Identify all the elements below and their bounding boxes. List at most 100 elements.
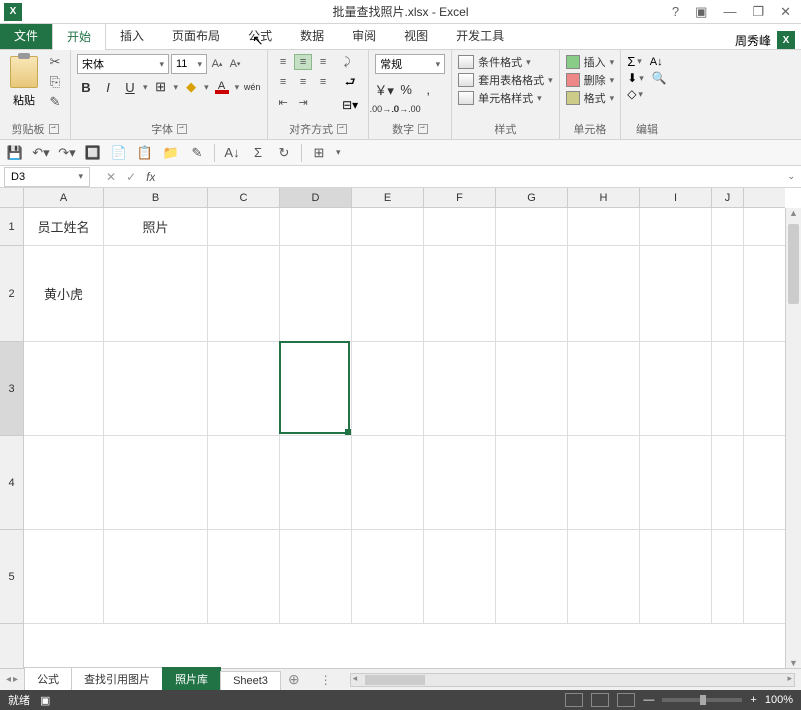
cell-E4[interactable]: [352, 436, 424, 529]
increase-decimal-button[interactable]: .00→.0: [375, 100, 393, 118]
cell-B2[interactable]: [104, 246, 208, 341]
row-header-4[interactable]: 4: [0, 436, 23, 530]
select-all-corner[interactable]: [0, 188, 24, 208]
cell-H4[interactable]: [568, 436, 640, 529]
vertical-scroll-thumb[interactable]: [788, 224, 799, 304]
minimize-icon[interactable]: —: [719, 4, 740, 19]
vertical-scrollbar[interactable]: ▲ ▼: [785, 208, 801, 668]
cell-J5[interactable]: [712, 530, 744, 623]
sheet-tab-2[interactable]: 照片库: [162, 667, 221, 690]
cell-B3[interactable]: [104, 342, 208, 435]
column-header-J[interactable]: J: [712, 188, 744, 207]
shrink-font-button[interactable]: A▾: [227, 55, 243, 73]
align-middle-button[interactable]: ≡: [294, 54, 312, 70]
first-sheet-nav[interactable]: ◂: [6, 674, 11, 685]
ribbon-display-icon[interactable]: ▣: [691, 4, 711, 20]
italic-button[interactable]: I: [99, 78, 117, 96]
orientation-button[interactable]: ⤸: [338, 54, 356, 70]
cell-F3[interactable]: [424, 342, 496, 435]
format-painter-icon[interactable]: ✎: [46, 94, 64, 110]
font-name-select[interactable]: 宋体▾: [77, 54, 169, 74]
cell-C4[interactable]: [208, 436, 280, 529]
open-icon[interactable]: 📁: [162, 144, 180, 162]
paste-qat-icon[interactable]: 📋: [136, 144, 154, 162]
cell-D3[interactable]: [280, 342, 352, 435]
formula-input[interactable]: [155, 167, 781, 187]
qat-customize-dropdown[interactable]: ▾: [336, 147, 341, 158]
cell-J4[interactable]: [712, 436, 744, 529]
comma-button[interactable]: ,: [419, 80, 437, 98]
cell-E3[interactable]: [352, 342, 424, 435]
sheet-tab-3[interactable]: Sheet3: [220, 671, 281, 690]
row-header-2[interactable]: 2: [0, 246, 23, 342]
enter-formula-icon[interactable]: ✓: [126, 170, 136, 184]
underline-dropdown[interactable]: ▾: [143, 82, 148, 93]
tab-page-layout[interactable]: 页面布局: [158, 22, 234, 49]
cancel-formula-icon[interactable]: ✕: [106, 170, 116, 184]
sum-icon[interactable]: Σ: [249, 144, 267, 162]
cell-I4[interactable]: [640, 436, 712, 529]
cell-D1[interactable]: [280, 208, 352, 245]
tab-review[interactable]: 审阅: [338, 22, 390, 49]
cell-F2[interactable]: [424, 246, 496, 341]
border-button[interactable]: ⊞: [152, 78, 170, 96]
cell-A3[interactable]: [24, 342, 104, 435]
sheet-tab-0[interactable]: 公式: [24, 667, 72, 690]
phonetic-button[interactable]: wén: [243, 78, 261, 96]
cell-A5[interactable]: [24, 530, 104, 623]
fill-color-button[interactable]: ◆: [182, 78, 200, 96]
column-header-I[interactable]: I: [640, 188, 712, 207]
refresh-icon[interactable]: ↻: [275, 144, 293, 162]
copy-icon[interactable]: ⎘: [46, 74, 64, 90]
cell-D4[interactable]: [280, 436, 352, 529]
cell-I2[interactable]: [640, 246, 712, 341]
cells-grid[interactable]: 员工姓名照片黄小虎: [24, 208, 785, 668]
fill-button[interactable]: ⬇▾ 🔍: [627, 71, 667, 85]
align-top-button[interactable]: ≡: [274, 54, 292, 70]
cell-E5[interactable]: [352, 530, 424, 623]
form-icon[interactable]: ⊞: [310, 144, 328, 162]
format-cells-button[interactable]: 格式▾: [566, 90, 615, 106]
increase-indent-button[interactable]: ⇥: [294, 94, 312, 110]
cell-B4[interactable]: [104, 436, 208, 529]
cell-G5[interactable]: [496, 530, 568, 623]
horizontal-scroll-thumb[interactable]: [365, 675, 425, 685]
name-box[interactable]: D3▾: [4, 167, 90, 187]
column-header-H[interactable]: H: [568, 188, 640, 207]
border-dropdown[interactable]: ▾: [174, 82, 179, 93]
restore-icon[interactable]: ❐: [748, 4, 768, 20]
page-break-view-button[interactable]: [617, 693, 635, 707]
zoom-in-button[interactable]: +: [750, 694, 756, 706]
cell-F4[interactable]: [424, 436, 496, 529]
cell-I1[interactable]: [640, 208, 712, 245]
cell-J1[interactable]: [712, 208, 744, 245]
brush-icon[interactable]: ✎: [188, 144, 206, 162]
close-icon[interactable]: ✕: [776, 4, 795, 20]
cell-F1[interactable]: [424, 208, 496, 245]
cell-G4[interactable]: [496, 436, 568, 529]
align-bottom-button[interactable]: ≡: [314, 54, 332, 70]
save-icon[interactable]: 💾: [6, 144, 24, 162]
cell-F5[interactable]: [424, 530, 496, 623]
tab-view[interactable]: 视图: [390, 22, 442, 49]
insert-cells-button[interactable]: 插入▾: [566, 54, 615, 70]
cell-A1[interactable]: 员工姓名: [24, 208, 104, 245]
macro-record-icon[interactable]: ▣: [40, 694, 50, 707]
cell-H3[interactable]: [568, 342, 640, 435]
cell-B1[interactable]: 照片: [104, 208, 208, 245]
cell-I5[interactable]: [640, 530, 712, 623]
cell-G3[interactable]: [496, 342, 568, 435]
cell-E2[interactable]: [352, 246, 424, 341]
format-as-table-button[interactable]: 套用表格格式▾: [458, 72, 553, 88]
tab-insert[interactable]: 插入: [106, 22, 158, 49]
conditional-format-button[interactable]: 条件格式▾: [458, 54, 553, 70]
font-color-dropdown[interactable]: ▾: [235, 82, 240, 93]
decrease-decimal-button[interactable]: .0→.00: [397, 100, 415, 118]
help-icon[interactable]: ?: [668, 4, 683, 19]
row-header-3[interactable]: 3: [0, 342, 23, 436]
normal-view-button[interactable]: [565, 693, 583, 707]
new-icon[interactable]: 📄: [110, 144, 128, 162]
tab-developer[interactable]: 开发工具: [442, 22, 518, 49]
column-header-B[interactable]: B: [104, 188, 208, 207]
cell-H2[interactable]: [568, 246, 640, 341]
